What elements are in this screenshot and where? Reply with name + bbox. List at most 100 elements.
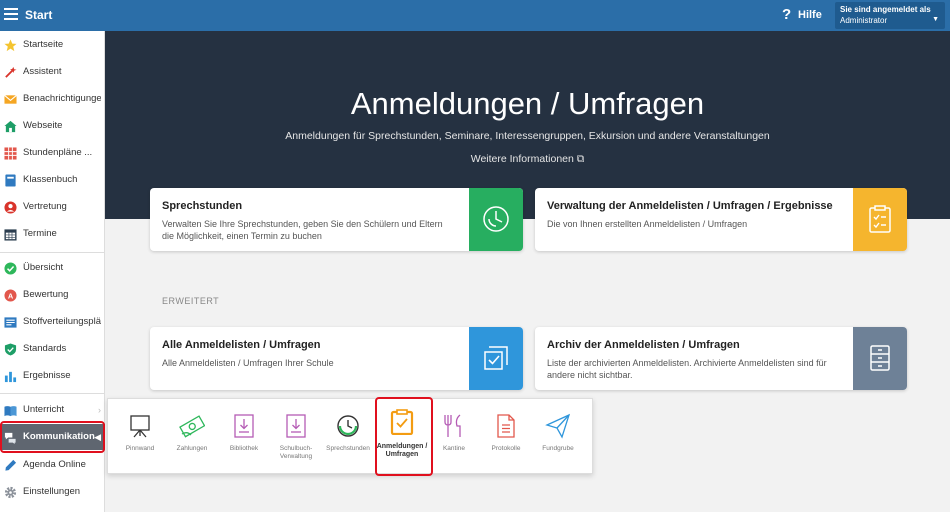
sidebar-item-unterricht[interactable]: Unterricht ›	[0, 397, 105, 423]
submenu-item-label: Fundgrube	[542, 445, 574, 452]
document-icon	[497, 414, 515, 438]
sidebar-item-label: Webseite	[23, 120, 63, 131]
sidebar-item-label: Stundenpläne ...	[23, 147, 93, 158]
chevron-down-icon[interactable]: ▼	[932, 16, 939, 23]
card-title: Sprechstunden	[162, 200, 243, 212]
library-icon	[234, 414, 254, 438]
submenu-item-sprechstunden[interactable]: Sprechstunden	[322, 399, 374, 475]
sidebar-item-label: Assistent	[23, 66, 62, 77]
sidebar-divider	[0, 393, 105, 394]
sidebar-item-label: Einstellungen	[23, 486, 81, 497]
sidebar-item-assistent[interactable]: Assistent	[0, 59, 105, 85]
timetable-icon	[4, 147, 17, 160]
top-bar: Start ? Hilfe Sie sind angemeldet als Ad…	[0, 0, 950, 31]
sidebar-item-einstellungen[interactable]: Einstellungen	[0, 479, 105, 505]
checkbox-stack-icon	[484, 346, 508, 370]
svg-text:A: A	[8, 291, 14, 300]
clock-icon	[483, 206, 509, 232]
shield-icon	[4, 343, 17, 356]
card-description: Verwalten Sie Ihre Sprechstunden, geben …	[162, 219, 443, 241]
sidebar-item-label: Unterricht	[23, 404, 65, 415]
card-icon-area	[469, 327, 523, 390]
submenu-item-protokolle[interactable]: Protokolle	[480, 399, 532, 475]
card-verwaltung-anmeldelisten[interactable]: Verwaltung der Anmeldelisten / Umfragen …	[535, 188, 907, 251]
sidebar-item-stoffverteilungsplaene[interactable]: Stoffverteilungspläne	[0, 309, 105, 335]
sidebar-item-webseite[interactable]: Webseite	[0, 113, 105, 139]
submenu-item-kantine[interactable]: Kantine	[428, 399, 480, 475]
hamburger-menu-icon[interactable]	[4, 8, 18, 20]
grade-icon: A	[4, 289, 17, 302]
highlight-frame	[375, 397, 433, 476]
sidebar-item-termine[interactable]: Termine	[0, 221, 105, 247]
submenu-item-label: Protokolle	[491, 445, 521, 452]
submenu-item-pinnwand[interactable]: Pinnwand	[114, 399, 166, 475]
paper-plane-icon	[545, 413, 571, 439]
sidebar-item-label: Startseite	[23, 39, 64, 50]
sidebar-item-uebersicht[interactable]: Übersicht	[0, 255, 105, 281]
sidebar-item-label: Agenda Online	[23, 459, 86, 470]
card-alle-anmeldelisten[interactable]: Alle Anmeldelisten / Umfragen Alle Anmel…	[150, 327, 523, 390]
clock-icon	[337, 415, 359, 437]
card-icon-area	[853, 327, 907, 390]
help-link[interactable]: Hilfe	[798, 9, 822, 21]
sidebar-item-klassenbuch[interactable]: Klassenbuch	[0, 167, 105, 193]
star-icon	[4, 39, 17, 52]
card-description: Alle Anmeldelisten / Umfragen Ihrer Schu…	[162, 358, 334, 368]
sidebar-item-label: Ergebnisse	[23, 370, 71, 381]
clipboard-check-icon	[869, 205, 891, 233]
card-title: Alle Anmeldelisten / Umfragen	[162, 339, 321, 351]
sidebar-divider	[0, 252, 105, 253]
sidebar-item-label: Termine	[23, 228, 57, 239]
sidebar-item-bewertung[interactable]: A Bewertung	[0, 282, 105, 308]
card-description: Die von Ihnen erstellten Anmeldelisten /…	[547, 219, 748, 229]
user-name: Administrator	[840, 16, 888, 25]
submenu-item-fundgrube[interactable]: Fundgrube	[532, 399, 584, 475]
sidebar-item-benachrichtigungen[interactable]: Benachrichtigungen	[0, 86, 105, 112]
sidebar-item-standards[interactable]: Standards	[0, 336, 105, 362]
more-info-label: Weitere Informationen	[470, 153, 574, 165]
book-icon	[4, 406, 17, 417]
sidebar-item-stundenplaene[interactable]: Stundenpläne ...	[0, 140, 105, 166]
check-circle-icon	[4, 262, 17, 275]
chevron-right-icon: ›	[98, 405, 101, 415]
house-icon	[4, 120, 17, 133]
card-icon-area	[853, 188, 907, 251]
pen-icon	[5, 459, 17, 471]
sidebar-item-ergebnisse[interactable]: Ergebnisse	[0, 363, 105, 389]
sidebar-item-agenda-online[interactable]: Agenda Online	[0, 452, 105, 478]
help-icon[interactable]: ?	[782, 6, 791, 23]
substitution-icon	[4, 201, 17, 214]
wand-icon	[5, 66, 17, 78]
card-sprechstunden[interactable]: Sprechstunden Verwalten Sie Ihre Sprechs…	[150, 188, 523, 251]
highlight-frame	[0, 421, 105, 453]
section-label-erweitert: ERWEITERT	[162, 296, 220, 306]
sidebar-item-label: Übersicht	[23, 262, 64, 273]
curriculum-icon	[4, 317, 17, 328]
sidebar-item-label: Standards	[23, 343, 67, 354]
kommunikation-submenu: Pinnwand Zahlungen Bibliothek Schulbuch-…	[107, 398, 593, 474]
bar-chart-icon	[4, 371, 17, 383]
page-title: Anmeldungen / Umfragen	[350, 86, 705, 121]
submenu-item-label: Sprechstunden	[326, 445, 370, 452]
money-icon	[179, 415, 205, 438]
card-title: Verwaltung der Anmeldelisten / Umfragen …	[547, 200, 833, 212]
easel-icon	[130, 415, 150, 438]
submenu-item-zahlungen[interactable]: Zahlungen	[166, 399, 218, 475]
user-login-caption: Sie sind angemeldet als	[840, 5, 931, 14]
sidebar-item-vertretung[interactable]: Vertretung	[0, 194, 105, 220]
submenu-item-schulbuch-verwaltung[interactable]: Schulbuch-Verwaltung	[270, 399, 322, 475]
submenu-item-bibliothek[interactable]: Bibliothek	[218, 399, 270, 475]
page-breadcrumb-title[interactable]: Start	[25, 8, 52, 22]
sidebar-item-startseite[interactable]: Startseite	[0, 32, 105, 58]
gear-icon	[4, 486, 17, 499]
sidebar-item-label: Klassenbuch	[23, 174, 78, 185]
external-link-icon: ⧉	[576, 153, 585, 165]
user-menu[interactable]: Sie sind angemeldet als Administrator ▼	[835, 2, 945, 29]
card-archiv-anmeldelisten[interactable]: Archiv der Anmeldelisten / Umfragen List…	[535, 327, 907, 390]
more-info-link[interactable]: Weitere Informationen ⧉	[105, 153, 950, 166]
submenu-item-label: Kantine	[442, 445, 466, 452]
calendar-icon	[4, 229, 17, 241]
page-subtitle: Anmeldungen für Sprechstunden, Seminare,…	[285, 130, 770, 142]
sidebar-item-label: Vertretung	[23, 201, 67, 212]
sidebar-item-label: Benachrichtigungen	[23, 93, 101, 104]
